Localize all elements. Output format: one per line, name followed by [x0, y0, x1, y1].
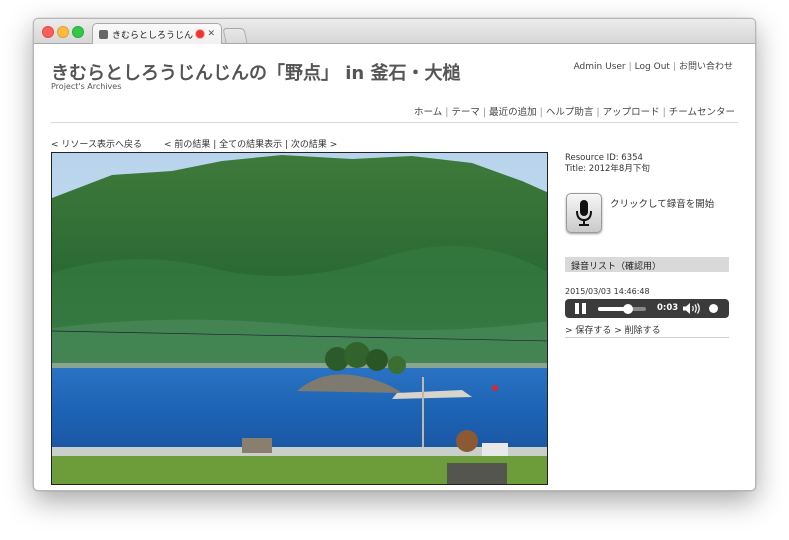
photo-landscape: [52, 153, 547, 484]
zoom-window-button[interactable]: [72, 26, 84, 38]
delete-recording-link[interactable]: > 削除する: [614, 326, 660, 336]
save-recording-link[interactable]: > 保存する: [565, 326, 611, 336]
next-result-link[interactable]: 次の結果 >: [291, 140, 337, 150]
browser-tab[interactable]: きむらとしろうじんじん ✕: [92, 23, 222, 44]
separator: |: [628, 62, 632, 72]
browser-titlebar: きむらとしろうじんじん ✕: [34, 19, 755, 44]
seek-handle[interactable]: [622, 304, 633, 314]
separator: |: [445, 107, 449, 118]
back-to-resource-link[interactable]: < リソース表示へ戻る: [51, 140, 142, 150]
volume-handle[interactable]: [709, 304, 718, 313]
nav-theme[interactable]: テーマ: [451, 107, 480, 118]
admin-user-link[interactable]: Admin User: [574, 62, 626, 72]
previous-result-link[interactable]: < 前の結果: [164, 140, 210, 150]
recording-divider: [565, 337, 729, 338]
minimize-window-button[interactable]: [57, 26, 69, 38]
separator: |: [482, 107, 487, 118]
resource-navigation: < リソース表示へ戻る < 前の結果 | 全ての結果表示 | 次の結果 >: [51, 140, 338, 150]
nav-recent[interactable]: 最近の追加: [489, 107, 537, 118]
browser-window: きむらとしろうじんじん ✕ きむらとしろうじんじんの「野点」 in 釜石・大槌 …: [33, 18, 756, 491]
site-subtitle: Project's Archives: [51, 82, 122, 91]
contact-link[interactable]: お問い合わせ: [679, 62, 733, 72]
nav-team-center[interactable]: チームセンター: [669, 107, 735, 118]
nav-help[interactable]: ヘルプ助言: [546, 107, 594, 118]
nav-home[interactable]: ホーム: [414, 107, 442, 118]
main-nav: ホーム | テーマ | 最近の追加 | ヘルプ助言 | アップロード | チームセンター: [414, 104, 735, 118]
seek-bar[interactable]: [598, 304, 646, 314]
page-favicon-icon: [99, 29, 108, 39]
audio-player: 0:03: [565, 299, 729, 318]
header-divider: [51, 122, 738, 123]
recording-list-header: 録音リスト（確認用）: [565, 257, 729, 272]
recording-indicator-icon: [196, 30, 205, 38]
separator: |: [539, 107, 543, 118]
resource-meta: Resource ID: 6354 Title: 2012年8月下旬: [565, 153, 650, 175]
playback-time: 0:03: [657, 303, 679, 313]
page-content: きむらとしろうじんじんの「野点」 in 釜石・大槌 Project's Arch…: [34, 45, 755, 490]
record-label: クリックして録音を開始: [610, 199, 715, 210]
nav-upload[interactable]: アップロード: [603, 107, 660, 118]
record-button[interactable]: [566, 193, 602, 233]
resource-photo[interactable]: [51, 152, 548, 485]
separator: |: [672, 62, 676, 72]
all-results-link[interactable]: 全ての結果表示: [219, 140, 282, 150]
recording-timestamp: 2015/03/03 14:46:48: [565, 287, 650, 296]
separator: |: [662, 107, 666, 118]
new-tab-button[interactable]: [222, 28, 248, 43]
pause-icon[interactable]: [575, 303, 586, 314]
recording-actions: > 保存する > 削除する: [565, 323, 661, 336]
resource-title: Title: 2012年8月下旬: [565, 164, 650, 174]
user-nav: Admin User | Log Out | お問い合わせ: [574, 59, 733, 72]
microphone-icon: [576, 200, 592, 226]
tab-title: きむらとしろうじんじん: [112, 30, 194, 41]
resource-id: Resource ID: 6354: [565, 153, 643, 163]
separator: |: [596, 107, 600, 118]
logout-link[interactable]: Log Out: [635, 62, 670, 72]
volume-icon[interactable]: [683, 303, 701, 314]
close-tab-icon[interactable]: ✕: [207, 29, 215, 39]
close-window-button[interactable]: [42, 26, 54, 38]
